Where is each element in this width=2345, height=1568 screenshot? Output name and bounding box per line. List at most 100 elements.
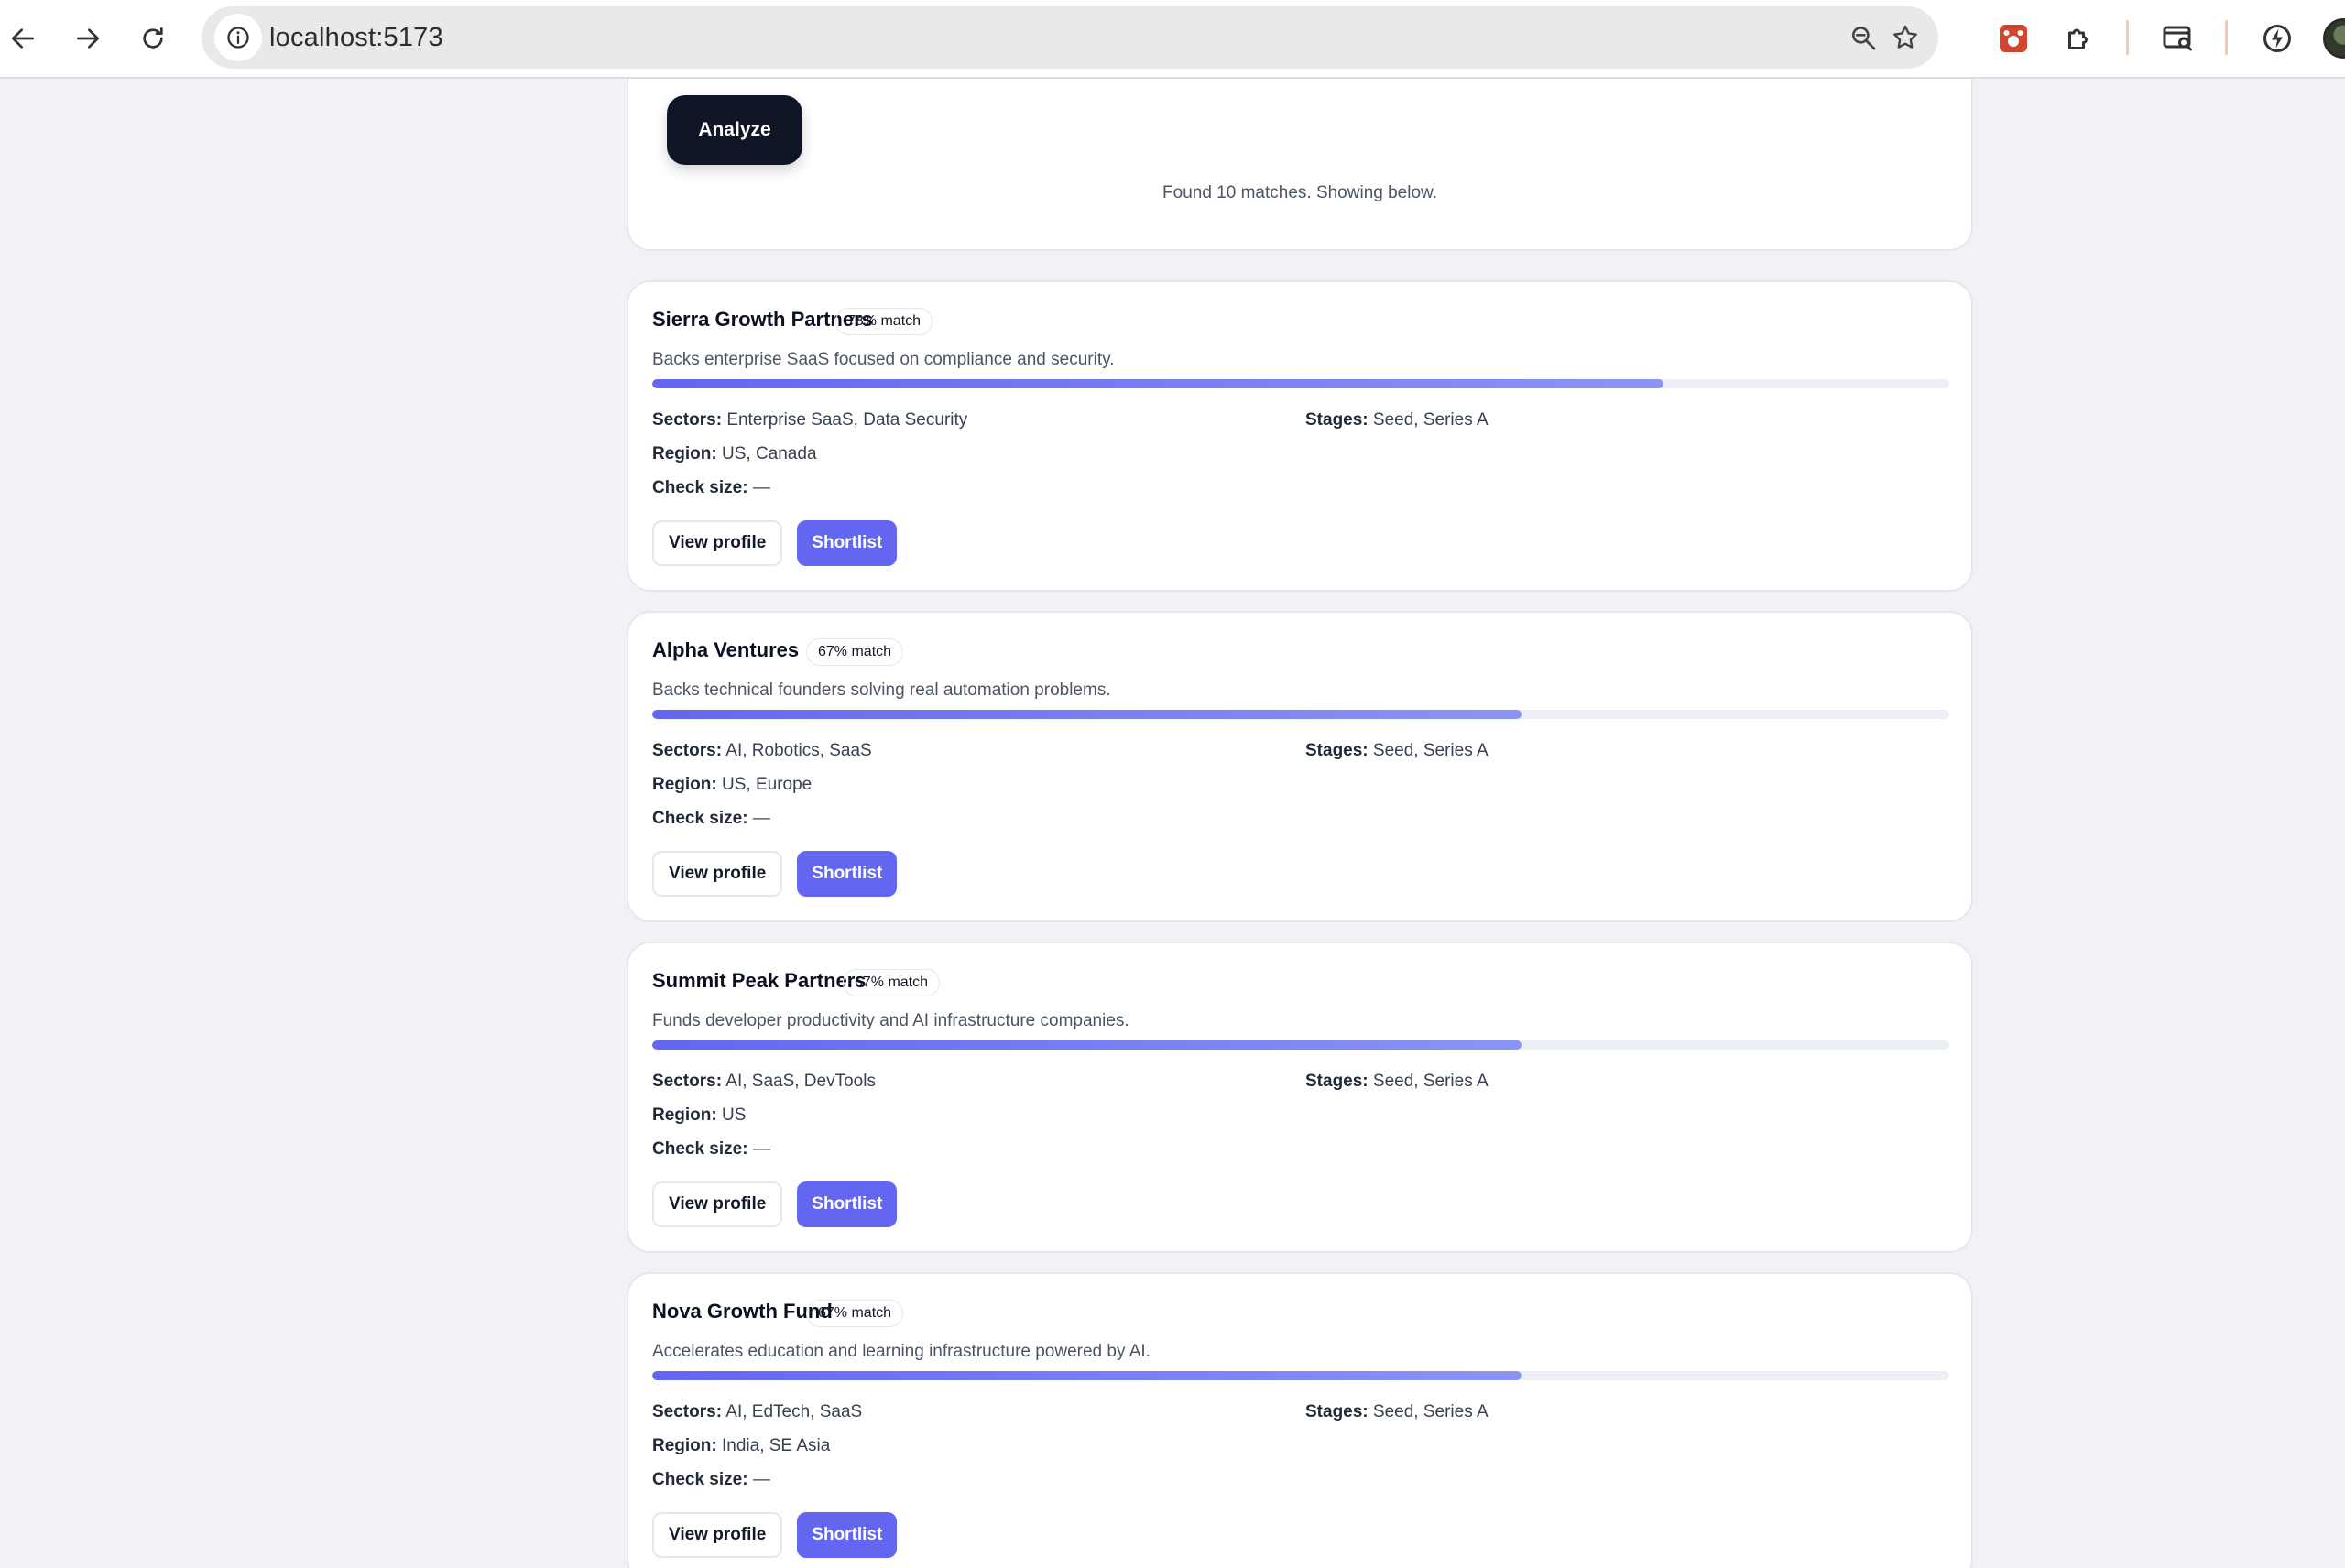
check-size-row: Check size: —	[652, 1139, 770, 1160]
sectors-value: AI, EdTech, SaaS	[725, 1402, 863, 1421]
check-size-label: Check size:	[652, 478, 748, 497]
sectors-label: Sectors:	[652, 1072, 723, 1091]
stages-label: Stages:	[1305, 741, 1369, 760]
region-label: Region:	[652, 1436, 717, 1455]
sectors-label: Sectors:	[652, 741, 723, 760]
investor-description: Accelerates education and learning infra…	[652, 1342, 1151, 1361]
card-actions: View profile Shortlist	[652, 851, 898, 897]
match-progress-bar	[652, 1371, 1949, 1380]
tab-search-button[interactable]	[2158, 18, 2198, 59]
card-actions: View profile Shortlist	[652, 1181, 898, 1227]
bookmark-button[interactable]	[1887, 19, 1924, 56]
view-profile-button[interactable]: View profile	[652, 1512, 783, 1558]
match-progress-fill	[652, 1040, 1522, 1050]
page-content: Analyze Found 10 matches. Showing below.…	[0, 79, 2345, 1568]
site-info-button[interactable]	[214, 14, 262, 61]
reload-button[interactable]	[133, 18, 173, 59]
puzzle-icon	[2068, 28, 2088, 49]
check-size-value: —	[752, 1470, 770, 1489]
results-status: Found 10 matches. Showing below.	[1162, 183, 1437, 202]
reload-icon	[143, 27, 163, 49]
performance-button[interactable]	[2257, 18, 2297, 59]
extensions-button[interactable]	[2059, 18, 2100, 59]
profile-avatar[interactable]	[2323, 18, 2345, 59]
card-actions: View profile Shortlist	[652, 1512, 898, 1558]
stages-row: Stages: Seed, Series A	[1305, 410, 1489, 430]
view-profile-button[interactable]: View profile	[652, 1181, 783, 1227]
view-profile-button[interactable]: View profile	[652, 520, 783, 566]
stages-label: Stages:	[1305, 410, 1369, 430]
check-size-value: —	[752, 809, 770, 828]
window-search-icon	[2163, 26, 2192, 51]
info-icon	[227, 27, 249, 49]
analyze-button[interactable]: Analyze	[667, 95, 802, 165]
zoom-button[interactable]	[1845, 19, 1881, 56]
sectors-label: Sectors:	[652, 1402, 723, 1421]
check-size-row: Check size: —	[652, 478, 770, 498]
match-card: Summit Peak Partners 67% match Funds dev…	[627, 942, 1973, 1253]
sectors-row: Sectors: AI, Robotics, SaaS	[652, 741, 872, 761]
match-badge: 67% match	[806, 1300, 904, 1327]
region-row: Region: US, Canada	[652, 444, 817, 464]
sectors-value: AI, SaaS, DevTools	[725, 1072, 876, 1091]
forward-button[interactable]	[68, 18, 108, 59]
stages-row: Stages: Seed, Series A	[1305, 1072, 1489, 1092]
investor-description: Funds developer productivity and AI infr…	[652, 1011, 1129, 1030]
toolbar-separator	[2126, 20, 2129, 55]
stages-row: Stages: Seed, Series A	[1305, 741, 1489, 761]
arrow-left-icon	[11, 28, 34, 49]
stages-value: Seed, Series A	[1372, 1402, 1489, 1421]
match-progress-fill	[652, 379, 1664, 388]
check-size-row: Check size: —	[652, 1470, 770, 1490]
check-size-value: —	[752, 1139, 770, 1159]
stages-label: Stages:	[1305, 1402, 1369, 1421]
check-size-label: Check size:	[652, 809, 748, 828]
star-icon	[1893, 25, 1917, 49]
match-progress-bar	[652, 379, 1949, 388]
stages-value: Seed, Series A	[1372, 1072, 1489, 1091]
region-label: Region:	[652, 775, 717, 794]
match-badge: 67% match	[806, 638, 904, 666]
arrow-right-icon	[77, 28, 99, 49]
address-bar[interactable]: localhost:5173	[202, 6, 1938, 69]
view-profile-button[interactable]: View profile	[652, 851, 783, 897]
investor-name[interactable]: Summit Peak Partners	[652, 969, 867, 993]
stages-value: Seed, Series A	[1372, 741, 1489, 760]
match-card: Alpha Ventures 67% match Backs technical…	[627, 611, 1973, 922]
shortlist-button[interactable]: Shortlist	[797, 851, 898, 897]
region-label: Region:	[652, 444, 717, 463]
toolbar-separator	[2225, 20, 2228, 55]
shortlist-button[interactable]: Shortlist	[797, 1181, 898, 1227]
sectors-value: AI, Robotics, SaaS	[725, 741, 872, 760]
match-progress-bar	[652, 1040, 1949, 1050]
investor-name[interactable]: Alpha Ventures	[652, 638, 799, 662]
stages-label: Stages:	[1305, 1072, 1369, 1091]
region-row: Region: India, SE Asia	[652, 1436, 830, 1456]
url-text[interactable]: localhost:5173	[269, 6, 443, 69]
investor-description: Backs enterprise SaaS focused on complia…	[652, 350, 1115, 369]
card-actions: View profile Shortlist	[652, 520, 898, 566]
check-size-label: Check size:	[652, 1139, 748, 1159]
browser-toolbar: localhost:5173	[0, 0, 2345, 79]
shortlist-button[interactable]: Shortlist	[797, 1512, 898, 1558]
region-value: India, SE Asia	[722, 1436, 831, 1455]
match-progress-bar	[652, 710, 1949, 719]
region-value: US, Canada	[722, 444, 817, 463]
stages-value: Seed, Series A	[1372, 410, 1489, 430]
shortlist-button[interactable]: Shortlist	[797, 520, 898, 566]
analyze-card: Analyze Found 10 matches. Showing below.	[627, 79, 1973, 251]
back-button[interactable]	[3, 18, 43, 59]
investor-description: Backs technical founders solving real au…	[652, 681, 1111, 700]
sectors-label: Sectors:	[652, 410, 723, 430]
lightning-gauge-icon	[2263, 25, 2291, 52]
region-row: Region: US, Europe	[652, 775, 812, 795]
sectors-row: Sectors: AI, SaaS, DevTools	[652, 1072, 876, 1092]
sectors-row: Sectors: Enterprise SaaS, Data Security	[652, 410, 967, 430]
region-value: US	[722, 1105, 747, 1125]
sectors-value: Enterprise SaaS, Data Security	[726, 410, 968, 430]
check-size-value: —	[752, 478, 770, 497]
sectors-row: Sectors: AI, EdTech, SaaS	[652, 1402, 862, 1422]
extension-red-button[interactable]	[1993, 18, 2034, 59]
region-row: Region: US	[652, 1105, 746, 1126]
match-badge: 78% match	[835, 308, 933, 335]
